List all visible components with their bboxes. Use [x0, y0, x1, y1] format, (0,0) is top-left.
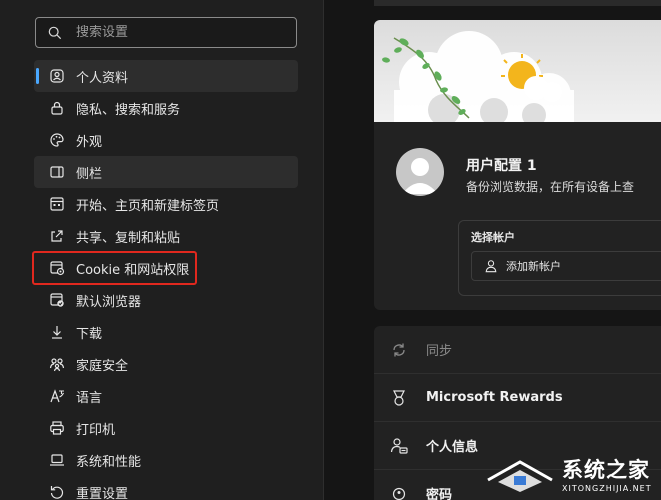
key-icon: [390, 485, 408, 500]
search-box[interactable]: [35, 17, 297, 48]
reset-icon: [49, 484, 65, 500]
add-account-button[interactable]: 添加新帐户: [471, 251, 661, 281]
printer-icon: [49, 420, 65, 436]
banner-illustration: [382, 31, 574, 127]
share-icon: [49, 228, 65, 244]
sidebar-icon: [49, 164, 65, 180]
profile-icon: [49, 68, 65, 84]
sidebar-item-family-safety[interactable]: 家庭安全: [34, 348, 298, 380]
laptop-icon: [49, 452, 65, 468]
sidebar-item-label: 系统和性能: [76, 454, 142, 470]
settings-row-label: 密码: [426, 488, 453, 500]
account-picker: 选择帐户 添加新帐户: [458, 220, 661, 296]
sidebar-item-downloads[interactable]: 下载: [34, 316, 298, 348]
settings-row-sync[interactable]: 同步: [374, 326, 661, 374]
settings-sidebar: 个人资料 隐私、搜索和服务 外观 侧栏 开始、主页和新建标签页 共享、复制和粘贴…: [0, 0, 324, 500]
sidebar-item-label: 默认浏览器: [76, 294, 142, 310]
account-picker-title: 选择帐户: [471, 231, 515, 244]
sidebar-item-label: 侧栏: [76, 166, 103, 182]
panel-top-edge: [374, 0, 661, 6]
sync-icon: [390, 341, 408, 359]
search-input[interactable]: [76, 25, 276, 40]
sidebar-item-label: 隐私、搜索和服务: [76, 102, 181, 118]
personal-info-icon: [390, 437, 408, 455]
watermark-logo-icon: [487, 460, 553, 492]
sidebar-item-appearance[interactable]: 外观: [34, 124, 298, 156]
settings-row-label: 同步: [426, 344, 453, 359]
sidebar-item-label: 个人资料: [76, 70, 129, 86]
sidebar-item-label: Cookie 和网站权限: [76, 262, 190, 278]
family-icon: [49, 356, 65, 372]
settings-row-label: Microsoft Rewards: [426, 390, 563, 405]
home-grid-icon: [49, 196, 65, 212]
sidebar-item-label: 下载: [76, 326, 103, 342]
active-indicator: [36, 68, 39, 84]
lock-icon: [49, 100, 65, 116]
palette-icon: [49, 132, 65, 148]
site-watermark: 系统之家 XITONGZHIJIA.NET: [484, 448, 661, 500]
language-icon: [49, 388, 65, 404]
sidebar-item-privacy[interactable]: 隐私、搜索和服务: [34, 92, 298, 124]
sidebar-item-label: 打印机: [76, 422, 116, 438]
sidebar-item-label: 共享、复制和粘贴: [76, 230, 181, 246]
sidebar-item-cookies[interactable]: Cookie 和网站权限: [32, 251, 298, 285]
sidebar-item-reset[interactable]: 重置设置: [34, 476, 298, 500]
sidebar-nav: 个人资料 隐私、搜索和服务 外观 侧栏 开始、主页和新建标签页 共享、复制和粘贴…: [32, 60, 298, 500]
rewards-icon: [390, 389, 408, 407]
sidebar-item-label: 外观: [76, 134, 103, 150]
profile-summary[interactable]: 用户配置 1 备份浏览数据，在所有设备上查: [396, 148, 661, 208]
sidebar-item-printers[interactable]: 打印机: [34, 412, 298, 444]
settings-row-label: 个人信息: [426, 440, 479, 455]
default-browser-icon: [49, 292, 65, 308]
sidebar-item-profile[interactable]: 个人资料: [34, 60, 298, 92]
person-add-icon: [485, 260, 497, 273]
sidebar-item-sidebar[interactable]: 侧栏: [34, 156, 298, 188]
watermark-text: 系统之家: [562, 458, 650, 482]
sidebar-item-default-browser[interactable]: 默认浏览器: [34, 284, 298, 316]
sidebar-item-languages[interactable]: 语言: [34, 380, 298, 412]
watermark-subtext: XITONGZHIJIA.NET: [562, 484, 652, 493]
sidebar-item-label: 重置设置: [76, 486, 129, 500]
profile-banner: [374, 20, 661, 127]
settings-row-rewards[interactable]: Microsoft Rewards: [374, 374, 661, 422]
profile-name: 用户配置 1: [466, 158, 537, 174]
add-account-label: 添加新帐户: [506, 260, 561, 273]
sidebar-item-label: 语言: [76, 390, 103, 406]
sidebar-item-label: 家庭安全: [76, 358, 129, 374]
sidebar-item-start-home[interactable]: 开始、主页和新建标签页: [34, 188, 298, 220]
avatar[interactable]: [396, 148, 444, 196]
download-icon: [49, 324, 65, 340]
settings-main-panel: 用户配置 1 备份浏览数据，在所有设备上查 选择帐户 添加新帐户 同步 Micr…: [324, 0, 661, 500]
cookie-settings-icon: [49, 260, 65, 276]
default-avatar-icon: [402, 158, 438, 194]
profile-card: 用户配置 1 备份浏览数据，在所有设备上查 选择帐户 添加新帐户: [374, 20, 661, 310]
profile-description: 备份浏览数据，在所有设备上查: [466, 180, 635, 194]
sidebar-item-share-copy[interactable]: 共享、复制和粘贴: [34, 220, 298, 252]
sidebar-item-system[interactable]: 系统和性能: [34, 444, 298, 476]
search-icon: [48, 26, 62, 39]
sidebar-item-label: 开始、主页和新建标签页: [76, 198, 220, 214]
